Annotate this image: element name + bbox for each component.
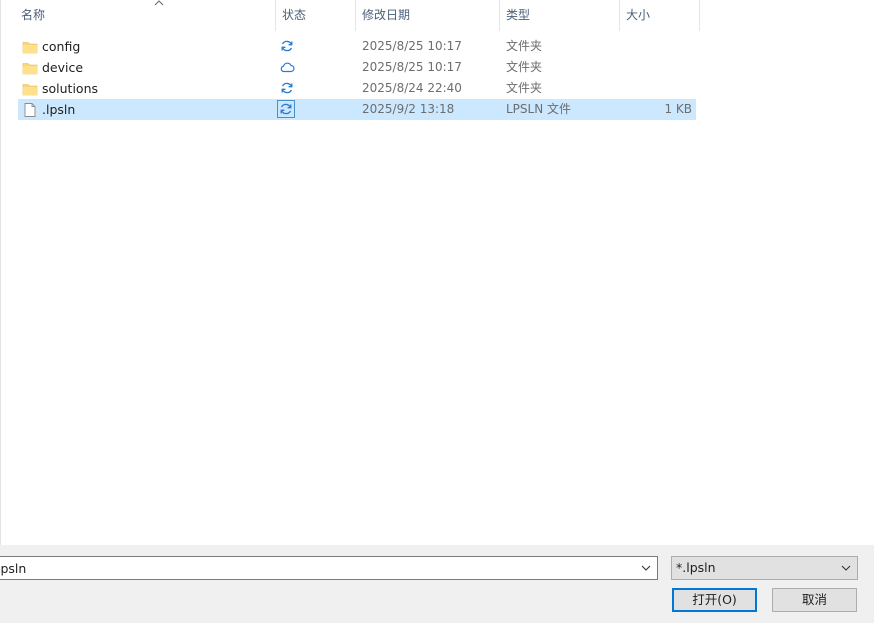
cloud-icon — [280, 62, 295, 73]
column-header-type[interactable]: 类型 — [500, 0, 620, 31]
cancel-button[interactable]: 取消 — [772, 588, 857, 612]
column-header-status-label: 状态 — [282, 8, 307, 22]
column-header-size-label: 大小 — [626, 8, 651, 22]
chevron-down-icon[interactable] — [837, 557, 855, 579]
column-header-modified-label: 修改日期 — [362, 8, 411, 22]
file-name: device — [42, 60, 84, 75]
column-header-modified[interactable]: 修改日期 — [356, 0, 500, 31]
file-type: 文件夹 — [506, 81, 543, 95]
filename-combobox[interactable] — [0, 556, 658, 580]
file-name: config — [42, 39, 81, 54]
file-row-solutions[interactable]: solutions 2025/8/24 22:40 文件夹 — [18, 78, 696, 99]
file-modified: 2025/8/25 10:17 — [362, 39, 462, 53]
file-type: LPSLN 文件 — [506, 102, 572, 116]
file-name: solutions — [42, 81, 99, 96]
file-row-config[interactable]: config 2025/8/25 10:17 文件夹 — [18, 36, 696, 57]
file-type: 文件夹 — [506, 60, 543, 74]
column-header-type-label: 类型 — [506, 8, 531, 22]
file-type-filter-select[interactable]: *.lpsln — [671, 556, 858, 580]
chevron-down-icon[interactable] — [637, 557, 655, 579]
sync-icon — [281, 40, 293, 52]
column-header-name[interactable]: 名称 — [15, 0, 276, 31]
column-header-name-label: 名称 — [21, 8, 46, 22]
sync-icon — [281, 82, 293, 94]
file-list-pane: 名称 状态 修改日期 类型 大小 config 2025/8/25 10:17 … — [0, 0, 874, 545]
file-row-device[interactable]: device 2025/8/25 10:17 文件夹 — [18, 57, 696, 78]
column-header-size[interactable]: 大小 — [620, 0, 700, 31]
sort-ascending-icon — [154, 0, 164, 6]
folder-icon — [22, 84, 38, 96]
folder-icon — [22, 42, 38, 54]
file-modified: 2025/9/2 13:18 — [362, 102, 455, 116]
file-name: .lpsln — [42, 102, 76, 117]
filename-input[interactable] — [0, 557, 629, 579]
column-header-status[interactable]: 状态 — [276, 0, 356, 31]
open-file-dialog: 名称 状态 修改日期 类型 大小 config 2025/8/25 10:17 … — [0, 0, 874, 623]
open-button[interactable]: 打开(O) — [672, 588, 757, 612]
file-size: 1 KB — [664, 102, 692, 116]
file-modified: 2025/8/24 22:40 — [362, 81, 462, 95]
file-type: 文件夹 — [506, 39, 543, 53]
dialog-footer: *.lpsln 打开(O) 取消 — [0, 545, 874, 623]
file-modified: 2025/8/25 10:17 — [362, 60, 462, 74]
column-header-bar: 名称 状态 修改日期 类型 大小 — [1, 0, 874, 31]
sync-icon — [277, 100, 295, 118]
file-row-lpsln[interactable]: .lpsln 2025/9/2 13:18 LPSLN 文件 1 KB — [18, 99, 696, 120]
folder-icon — [22, 63, 38, 75]
file-icon — [24, 103, 36, 117]
file-type-filter-value: *.lpsln — [676, 560, 716, 575]
